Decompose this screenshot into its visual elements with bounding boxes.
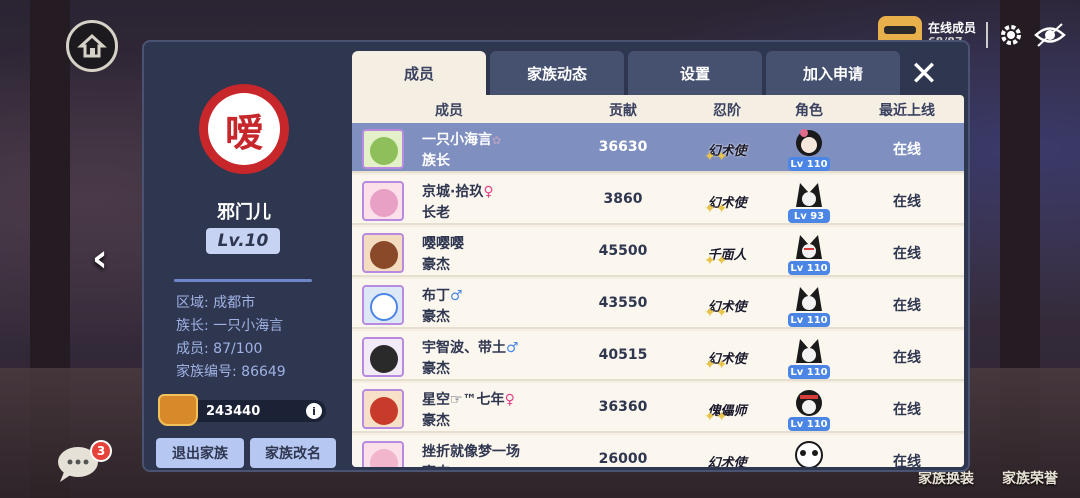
member-rank: 豪杰 xyxy=(422,361,450,377)
family-region: 区域: 成都市 xyxy=(176,295,256,311)
family-level: Lv.10 xyxy=(206,228,280,254)
family-emblem: 嗳 xyxy=(199,84,289,174)
header-last-online: 最近上线 xyxy=(879,103,935,119)
star-icon: ✦✦ xyxy=(704,201,728,217)
family-members: 成员: 87/100 xyxy=(176,341,263,357)
member-name: 挫折就像梦一场 xyxy=(422,444,520,460)
table-row[interactable]: 嘤嘤嘤 豪杰 45500 千面人 ✦✦ Lv 110 在线 xyxy=(352,227,964,277)
role-avatar xyxy=(796,390,822,416)
member-rank: 族长 xyxy=(422,153,450,169)
role-level: Lv 110 xyxy=(788,417,830,431)
gear-icon[interactable] xyxy=(998,22,1024,48)
header-ninja-rank: 忍阶 xyxy=(713,103,741,119)
role-avatar xyxy=(796,129,822,156)
tab-join-requests[interactable]: 加入申请 xyxy=(766,51,900,96)
member-status: 在线 xyxy=(893,194,921,210)
header-contribution: 贡献 xyxy=(609,103,637,119)
role-avatar xyxy=(796,287,822,311)
member-status: 在线 xyxy=(893,350,921,366)
star-icon: ✦✦ xyxy=(704,357,728,373)
tab-family-activity[interactable]: 家族动态 xyxy=(490,51,624,96)
table-row[interactable]: 挫折就像梦一场 豪杰 26000 幻术使 在线 xyxy=(352,435,964,467)
star-icon: ✦✦ xyxy=(704,149,728,165)
previous-arrow-icon[interactable]: ‹ xyxy=(92,236,108,280)
home-button[interactable] xyxy=(66,20,118,72)
member-contribution: 36360 xyxy=(598,399,648,415)
family-panel: 嗳 邪门儿 Lv.10 区域: 成都市 族长: 一只小海言 成员: 87/100… xyxy=(142,40,970,472)
member-name: 京城·拾玖♀ xyxy=(422,184,494,200)
divider xyxy=(986,22,988,48)
member-name: 布丁♂ xyxy=(422,288,463,304)
info-icon[interactable]: i xyxy=(306,403,322,419)
member-name: 嘤嘤嘤 xyxy=(422,236,464,252)
member-contribution: 45500 xyxy=(598,243,648,259)
header-role: 角色 xyxy=(795,103,823,119)
avatar xyxy=(362,129,404,169)
role-level: Lv 110 xyxy=(788,261,830,275)
member-status: 在线 xyxy=(893,454,921,467)
close-icon[interactable]: ✕ xyxy=(904,54,944,94)
info-divider xyxy=(174,279,312,282)
avatar xyxy=(362,181,404,221)
role-avatar xyxy=(796,235,822,259)
leave-family-button[interactable]: 退出家族 xyxy=(156,438,244,468)
star-icon: ✦✦ xyxy=(704,409,728,425)
emblem-character: 嗳 xyxy=(208,93,280,165)
member-rank: 豪杰 xyxy=(422,462,450,467)
table-row[interactable]: 京城·拾玖♀ 长老 3860 幻术使 ✦✦ Lv 93 在线 xyxy=(352,175,964,225)
eye-icon[interactable] xyxy=(1034,22,1066,48)
member-status: 在线 xyxy=(893,142,921,158)
avatar xyxy=(362,233,404,273)
family-name: 邪门儿 xyxy=(217,202,271,223)
star-icon: ✦✦ xyxy=(704,253,728,269)
member-contribution: 43550 xyxy=(598,295,648,311)
avatar xyxy=(362,285,404,325)
ninja-rank-badge: 幻术使 xyxy=(707,455,747,468)
family-honor-label[interactable]: 家族荣誉 xyxy=(1002,468,1058,488)
role-level: Lv 93 xyxy=(788,209,830,223)
table-row[interactable]: 布丁♂ 豪杰 43550 幻术使 ✦✦ Lv 110 在线 xyxy=(352,279,964,329)
role-level: Lv 110 xyxy=(788,313,830,327)
family-info-column: 嗳 邪门儿 Lv.10 区域: 成都市 族长: 一只小海言 成员: 87/100… xyxy=(144,42,344,470)
member-contribution: 36630 xyxy=(598,139,648,155)
table-row[interactable]: 宇智波、带土♂ 豪杰 40515 幻术使 ✦✦ Lv 110 在线 xyxy=(352,331,964,381)
tab-members[interactable]: 成员 xyxy=(352,51,486,96)
tab-settings[interactable]: 设置 xyxy=(628,51,762,96)
table-row[interactable]: 星空☞™七年♀ 豪杰 36360 傀儡师 ✦✦ Lv 110 在线 xyxy=(352,383,964,433)
rename-family-button[interactable]: 家族改名 xyxy=(250,438,336,468)
family-leader: 族长: 一只小海言 xyxy=(176,318,284,334)
header-member: 成员 xyxy=(435,103,463,119)
member-status: 在线 xyxy=(893,246,921,262)
avatar xyxy=(362,337,404,377)
star-icon: ✦✦ xyxy=(704,305,728,321)
role-avatar xyxy=(796,183,822,207)
member-name: 星空☞™七年♀ xyxy=(422,392,515,408)
online-label: 在线成员 xyxy=(927,21,976,35)
member-rank: 豪杰 xyxy=(422,413,450,429)
role-level: Lv 110 xyxy=(788,365,830,379)
role-level: Lv 110 xyxy=(788,157,830,171)
member-status: 在线 xyxy=(893,298,921,314)
chat-badge: 3 xyxy=(90,440,112,462)
member-rank: 豪杰 xyxy=(422,309,450,325)
member-contribution: 3860 xyxy=(603,191,643,207)
member-rank: 长老 xyxy=(422,205,450,221)
home-icon xyxy=(77,33,107,58)
avatar xyxy=(362,441,404,467)
member-name: 宇智波、带土♂ xyxy=(422,340,519,356)
role-avatar xyxy=(796,339,822,363)
member-status: 在线 xyxy=(893,402,921,418)
member-contribution: 26000 xyxy=(598,451,648,467)
table-row[interactable]: 一只小海言✿ 族长 36630 幻术使 ✦✦ Lv 110 在线 xyxy=(352,123,964,173)
member-name: 一只小海言✿ xyxy=(422,132,502,148)
member-rank: 豪杰 xyxy=(422,257,450,273)
role-avatar xyxy=(795,441,823,467)
family-id: 家族编号: 86649 xyxy=(176,364,286,380)
money-bag-icon xyxy=(158,394,198,426)
family-info: 区域: 成都市 族长: 一只小海言 成员: 87/100 家族编号: 86649 xyxy=(176,292,286,384)
member-table: 成员 贡献 忍阶 角色 最近上线 一只小海言✿ 族长 36630 幻术使 ✦✦ … xyxy=(352,95,964,467)
avatar xyxy=(362,389,404,429)
table-header: 成员 贡献 忍阶 角色 最近上线 xyxy=(352,95,964,123)
member-contribution: 40515 xyxy=(598,347,648,363)
